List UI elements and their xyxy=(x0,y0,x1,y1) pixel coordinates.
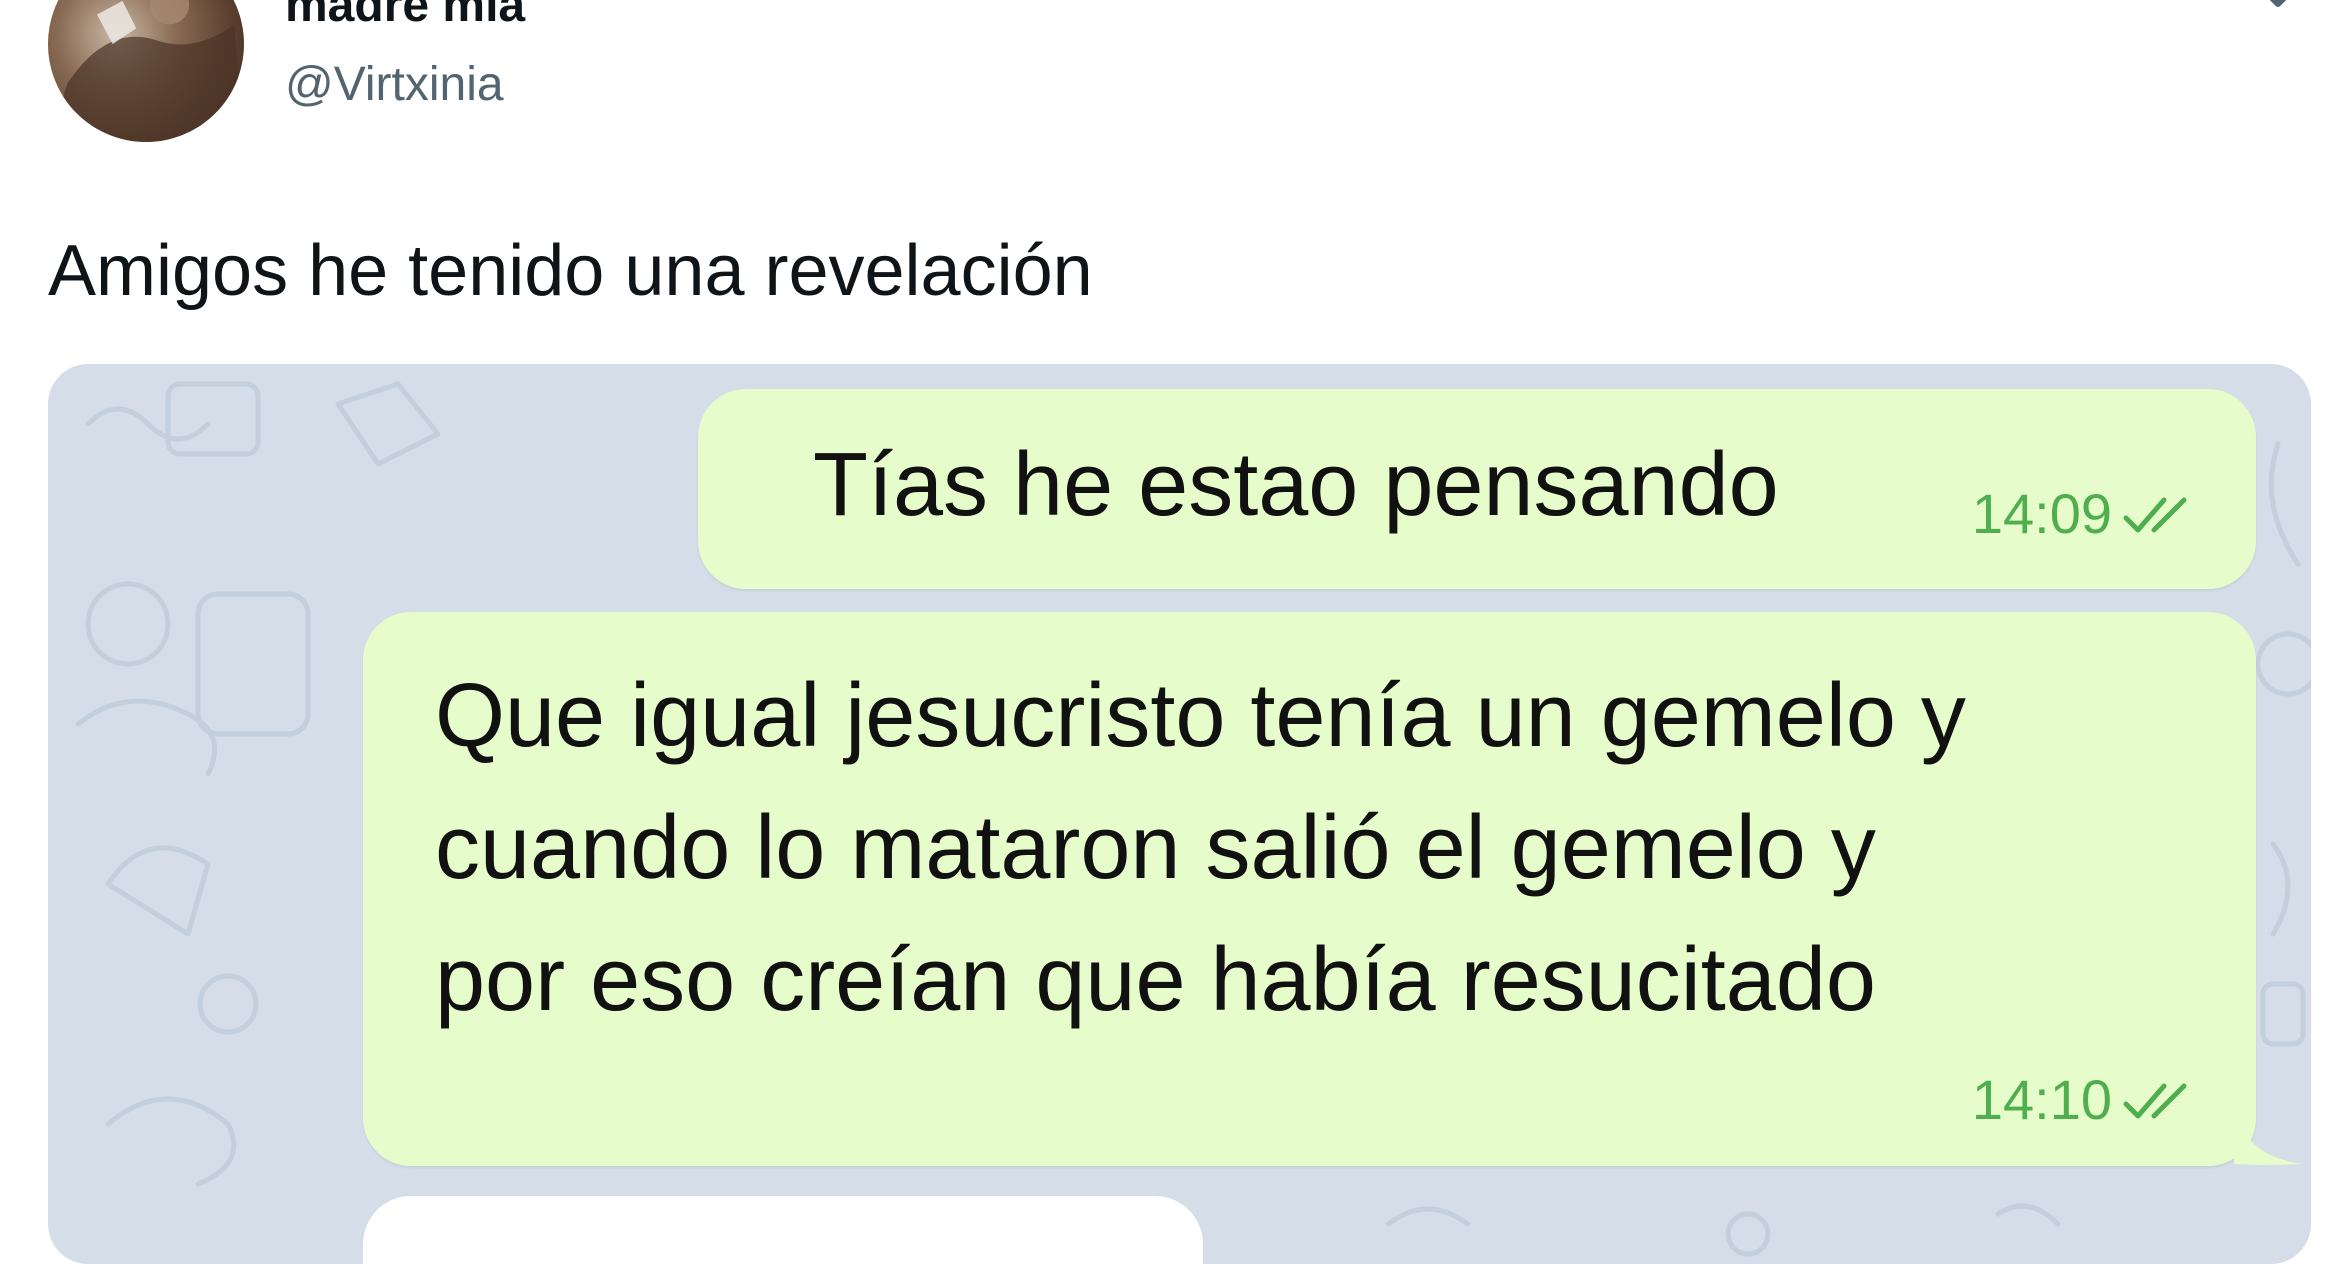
user-avatar-icon xyxy=(48,0,244,142)
message-text: Que igual jesucristo tenía un gemelo y c… xyxy=(435,650,1966,1046)
bubble-tail xyxy=(2234,1106,2302,1165)
message-time: 14:10 xyxy=(1971,1068,2112,1131)
message-line: Que igual jesucristo tenía un gemelo y xyxy=(435,666,1966,766)
double-check-icon xyxy=(2123,497,2187,532)
double-check-icon xyxy=(2123,1083,2187,1118)
chevron-down-icon[interactable] xyxy=(2250,0,2306,18)
message-bubble-outgoing[interactable]: Que igual jesucristo tenía un gemelo y c… xyxy=(363,612,2302,1166)
message-time: 14:09 xyxy=(1971,482,2112,545)
author-avatar[interactable] xyxy=(48,0,244,142)
message-meta: 14:09 xyxy=(1972,481,2204,546)
message-line: por eso creían que había resucitado xyxy=(435,930,1876,1030)
message-bubble-incoming[interactable] xyxy=(363,1196,1203,1264)
message-meta: 14:10 xyxy=(1972,1067,2204,1132)
message-line: cuando lo mataron salió el gemelo y xyxy=(435,798,1876,898)
author-display-name[interactable]: madre mía xyxy=(285,0,525,33)
author-handle[interactable]: @Virtxinia xyxy=(285,57,504,112)
message-bubble-outgoing[interactable]: Tías he estao pensando 14:09 xyxy=(698,389,2256,589)
tweet-media-chat-screenshot[interactable]: Tías he estao pensando 14:09 Que igual j… xyxy=(48,364,2311,1264)
message-text: Tías he estao pensando xyxy=(813,435,1779,535)
tweet-text: Amigos he tenido una revelación xyxy=(48,231,1093,311)
